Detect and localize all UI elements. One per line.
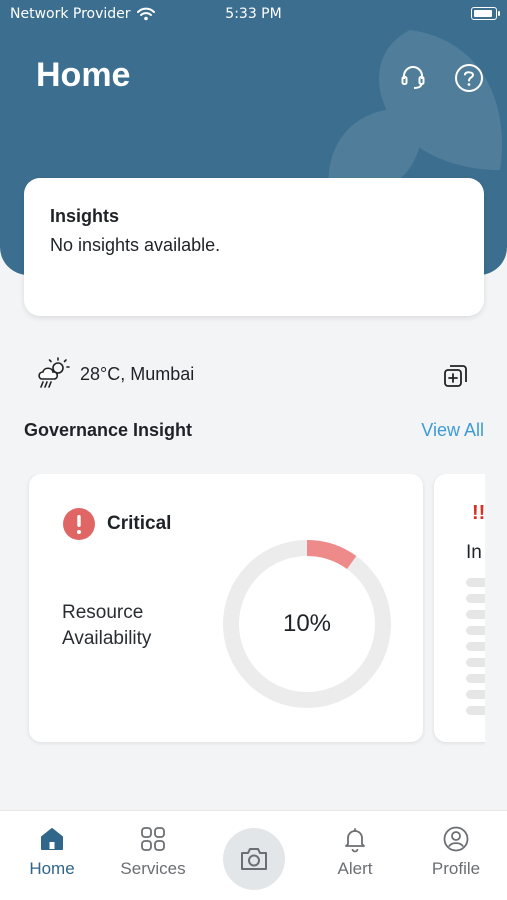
insights-title: Insights: [50, 206, 120, 226]
tab-home[interactable]: Home: [7, 825, 97, 879]
bell-icon: [345, 828, 365, 853]
tab-profile[interactable]: Profile: [411, 825, 501, 879]
section-title: Governance Insight: [24, 420, 193, 440]
status-bar: Network Provider 5:33 PM: [0, 0, 507, 28]
status-time: 5:33 PM: [225, 6, 282, 22]
skeleton-line: [466, 594, 485, 603]
skeleton-line: [466, 578, 485, 587]
skeleton-line: [466, 690, 485, 699]
insights-card: Insights No insights available.: [24, 178, 484, 316]
tab-label: Services: [120, 859, 186, 878]
tab-services[interactable]: Services: [108, 825, 198, 879]
status-label: Critical: [107, 513, 172, 534]
skeleton-line: [466, 626, 485, 635]
grid-icon: [141, 827, 165, 851]
critical-alert-icon: [63, 508, 95, 540]
double-exclamation-icon: !!: [472, 502, 485, 524]
camera-icon: [241, 848, 267, 870]
add-widget-icon[interactable]: [442, 362, 470, 390]
weather-widget: 28°C, Mumbai: [34, 354, 194, 394]
skeleton-line: [466, 674, 485, 683]
weather-text: 28°C, Mumbai: [80, 363, 195, 384]
bottom-tab-bar: Home Services Alert Profile: [0, 810, 507, 900]
tab-label: Profile: [431, 859, 481, 878]
camera-button[interactable]: [223, 828, 285, 890]
tab-label: Alert: [337, 859, 373, 878]
headset-icon[interactable]: [397, 62, 429, 94]
skeleton-line: [466, 706, 485, 715]
progress-value: 10%: [282, 610, 332, 637]
battery-icon: [471, 7, 500, 20]
status-row: Critical: [63, 508, 171, 540]
skeleton-line: [466, 610, 485, 619]
governance-carousel[interactable]: Critical Resource Availability 10% !! In: [0, 474, 485, 746]
governance-card-next[interactable]: !! In: [434, 474, 485, 742]
page-title: Home: [36, 56, 131, 94]
tab-alert[interactable]: Alert: [310, 825, 400, 879]
tab-label: Home: [29, 859, 75, 878]
view-all-link[interactable]: View All: [421, 420, 484, 441]
home-icon: [41, 828, 63, 850]
skeleton-line: [466, 658, 485, 667]
skeleton-line: [466, 642, 485, 651]
rain-sun-icon: [38, 357, 70, 388]
card-partial-text: In: [466, 542, 482, 563]
governance-card[interactable]: Critical Resource Availability 10%: [29, 474, 423, 742]
insights-message: No insights available.: [50, 235, 221, 255]
help-icon[interactable]: [453, 62, 485, 94]
user-circle-icon: [443, 826, 469, 852]
metric-label: Resource Availability: [62, 602, 152, 649]
